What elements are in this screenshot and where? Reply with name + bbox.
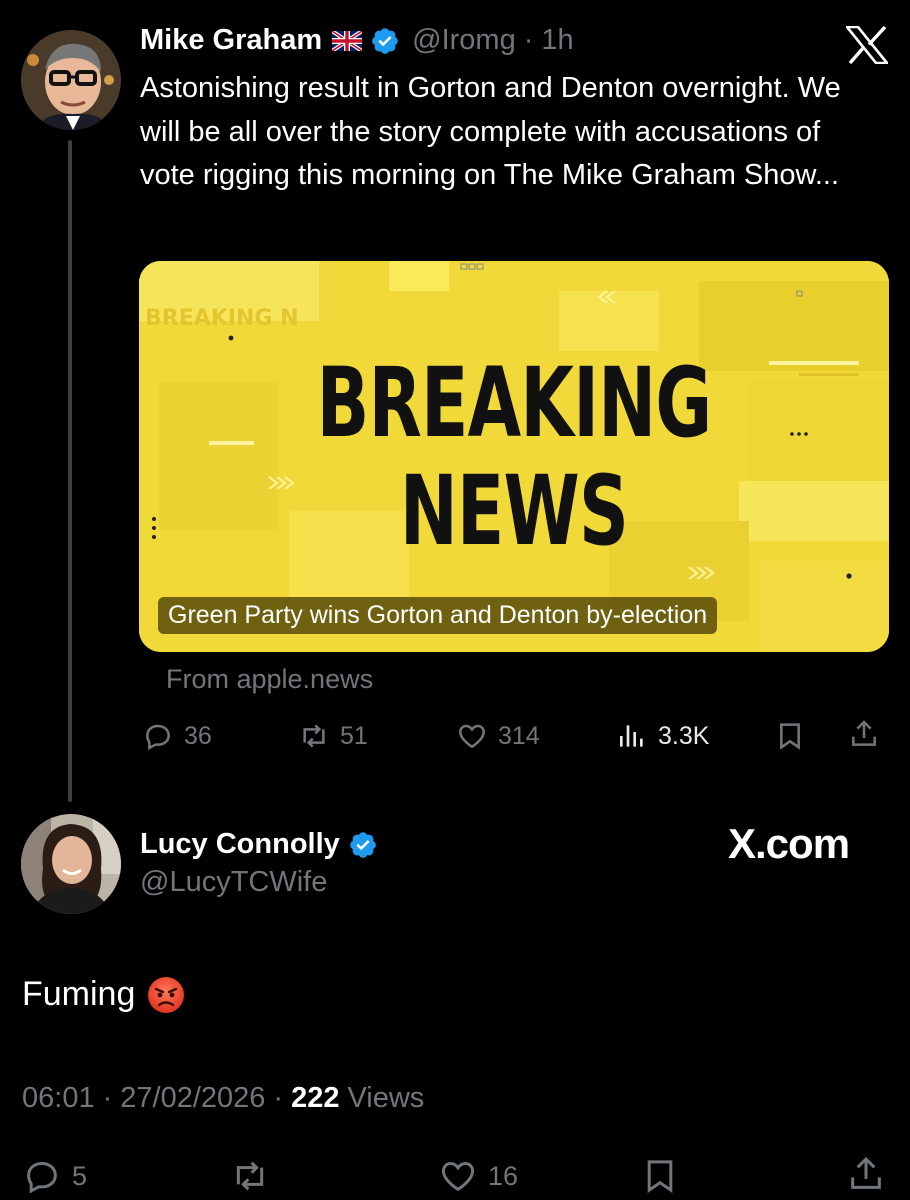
tweet2-meta: 06:01 · 27/02/2026 · 222 Views (22, 1082, 424, 1115)
share-icon (851, 1156, 881, 1189)
tweet2-text-body: Fuming (22, 975, 136, 1013)
separator-dot: · (273, 1082, 284, 1114)
card-source[interactable]: From apple.news (166, 664, 373, 695)
post-time[interactable]: 1h (541, 24, 573, 57)
repost-count: 51 (340, 721, 368, 750)
repost-button[interactable] (230, 1156, 270, 1196)
like-button[interactable]: 314 (456, 720, 540, 752)
author-name[interactable]: Lucy Connolly (140, 828, 340, 861)
card-headline-line2: NEWS (399, 455, 629, 567)
separator-dot: · (523, 24, 534, 56)
tweet1-text: Astonishing result in Gorton and Denton … (140, 72, 841, 191)
card-bg-watermark-text: BREAKING N (145, 306, 299, 331)
author-name[interactable]: Mike Graham (140, 24, 322, 57)
x-logo-icon[interactable] (844, 25, 890, 65)
verified-badge-icon (348, 830, 378, 860)
reply-count: 36 (184, 721, 212, 750)
repost-button[interactable]: 51 (298, 720, 368, 752)
card-headline-line1: BREAKING (316, 347, 712, 459)
bookmark-icon (780, 723, 800, 750)
author-handle[interactable]: @Iromg (412, 24, 516, 57)
avatar-lucy-connolly[interactable] (21, 814, 121, 914)
like-count: 314 (498, 721, 540, 750)
views-label: Views (347, 1082, 425, 1114)
post-date[interactable]: 27/02/2026 (120, 1082, 265, 1115)
reply-count: 5 (72, 1160, 88, 1191)
thread-connector-line (68, 140, 72, 802)
share-button[interactable] (846, 1154, 886, 1194)
bookmark-icon (647, 1160, 673, 1194)
reply-button[interactable]: 36 (142, 720, 212, 752)
views-count: 3.3K (658, 721, 710, 750)
reply-icon (27, 1162, 57, 1194)
share-button[interactable] (848, 718, 880, 750)
bookmark-button[interactable] (774, 720, 806, 752)
uk-flag-icon (331, 28, 364, 53)
views-count: 222 (291, 1082, 340, 1114)
link-preview-card[interactable]: BREAKING N BREAKING NEWS Green Party win… (139, 261, 889, 652)
views-chart-icon (620, 725, 643, 747)
views-button[interactable]: 3.3K (616, 720, 709, 752)
like-count: 16 (488, 1160, 519, 1191)
card-caption: Green Party wins Gorton and Denton by-el… (158, 597, 718, 634)
repost-icon (236, 1161, 264, 1191)
separator-dot: · (102, 1082, 113, 1114)
avatar-mike-graham[interactable] (21, 30, 121, 130)
author-handle[interactable]: @LucyTCWife (140, 866, 327, 899)
tweet2-text: Fuming 😡 (22, 975, 185, 1014)
post-time[interactable]: 06:01 (22, 1082, 95, 1115)
x-dot-com-logo: X.com (728, 820, 850, 867)
tweet1-header: Mike Graham @Iromg · 1h (140, 24, 574, 57)
angry-face-emoji: 😡 (147, 976, 185, 1014)
reply-icon (146, 724, 170, 751)
reply-button[interactable]: 5 (22, 1156, 87, 1196)
tweet2-header: Lucy Connolly (140, 828, 378, 861)
bookmark-button[interactable] (640, 1156, 680, 1196)
heart-icon (459, 724, 485, 749)
verified-badge-icon (370, 26, 400, 56)
repost-icon (303, 724, 325, 748)
heart-icon (441, 1161, 475, 1192)
like-button[interactable]: 16 (438, 1156, 518, 1196)
share-icon (852, 720, 876, 746)
